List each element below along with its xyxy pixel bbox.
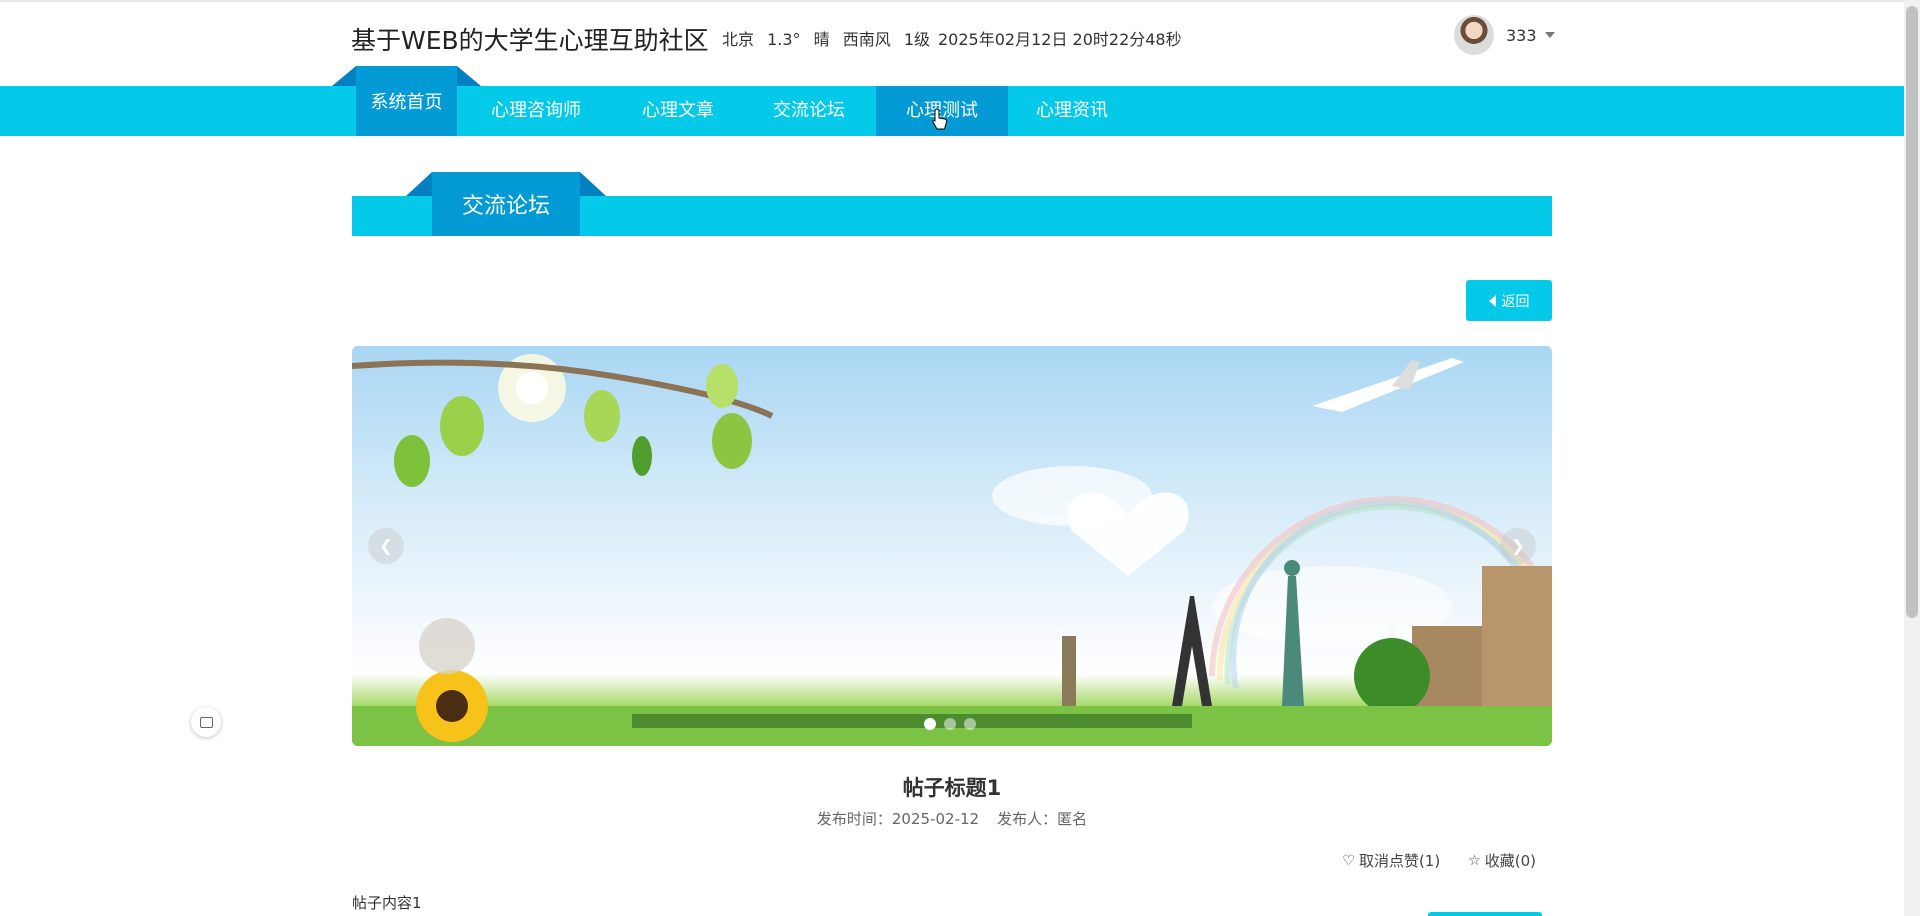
edit-icon <box>199 716 213 728</box>
post-time: 2025-02-12 <box>891 810 980 828</box>
caret-left-icon <box>1488 294 1496 307</box>
scrollbar-thumb[interactable] <box>1906 6 1918 618</box>
weather-temperature: 1.3° <box>767 30 801 49</box>
site-title: 基于WEB的大学生心理互助社区 <box>351 26 709 55</box>
nav-item-forum[interactable]: 交流论坛 <box>756 86 862 136</box>
image-carousel[interactable]: ❮ ❯ <box>352 346 1552 746</box>
hand-cursor-icon <box>932 108 948 130</box>
carousel-dot[interactable] <box>924 718 936 730</box>
carousel-slide-image <box>352 354 1552 746</box>
username[interactable]: 333 <box>1506 26 1537 45</box>
post-author: 匿名 <box>1057 810 1088 828</box>
carousel-next-button[interactable]: ❯ <box>1500 528 1536 564</box>
heart-icon: ♡ <box>1342 852 1355 869</box>
edit-float-button[interactable] <box>191 707 221 737</box>
weather-city: 北京 <box>722 30 755 49</box>
favorite-button[interactable]: ☆ 收藏(0) <box>1468 850 1536 871</box>
nav-item-counselors[interactable]: 心理咨询师 <box>480 86 592 136</box>
weather-info: 北京 1.3° 晴 西南风 1级 <box>722 26 938 50</box>
post-title: 帖子标题1 <box>902 776 1002 800</box>
header: 基于WEB的大学生心理互助社区 北京 1.3° 晴 西南风 1级 2025年02… <box>0 2 1904 86</box>
user-menu[interactable]: 333 <box>1454 14 1555 56</box>
post-meta: 发布时间：2025-02-12 发布人：匿名 <box>352 808 1552 829</box>
like-button[interactable]: ♡ 取消点赞(1) <box>1342 850 1440 871</box>
post-author-label: 发布人： <box>997 810 1058 828</box>
post-content: 帖子内容1 <box>352 894 422 912</box>
section-title: 交流论坛 <box>406 172 606 236</box>
favorite-label: 收藏(0) <box>1484 852 1536 870</box>
back-button[interactable]: 返回 <box>1466 280 1552 321</box>
main-nav: 系统首页 心理咨询师 心理文章 交流论坛 心理测试 心理资讯 <box>0 66 1904 136</box>
like-label: 取消点赞(1) <box>1358 852 1441 870</box>
nav-item-news[interactable]: 心理资讯 <box>1016 86 1128 136</box>
carousel-indicators <box>924 718 976 730</box>
weather-condition: 晴 <box>813 30 830 49</box>
weather-level: 1级 <box>903 30 931 49</box>
current-datetime: 2025年02月12日 20时22分48秒 <box>938 30 1182 49</box>
carousel-dot[interactable] <box>944 718 956 730</box>
bottom-action-button[interactable] <box>1428 912 1542 916</box>
post-actions: ♡ 取消点赞(1) ☆ 收藏(0) <box>1342 850 1536 871</box>
star-icon: ☆ <box>1468 852 1481 869</box>
caret-down-icon[interactable] <box>1544 32 1555 38</box>
carousel-dot[interactable] <box>964 718 976 730</box>
user-avatar[interactable] <box>1454 15 1494 55</box>
back-button-label: 返回 <box>1501 293 1530 310</box>
post-time-label: 发布时间： <box>816 810 892 828</box>
weather-wind: 西南风 <box>842 30 891 49</box>
nav-item-home[interactable]: 系统首页 <box>332 66 481 136</box>
nav-item-articles[interactable]: 心理文章 <box>620 86 736 136</box>
carousel-prev-button[interactable]: ❮ <box>368 528 404 564</box>
